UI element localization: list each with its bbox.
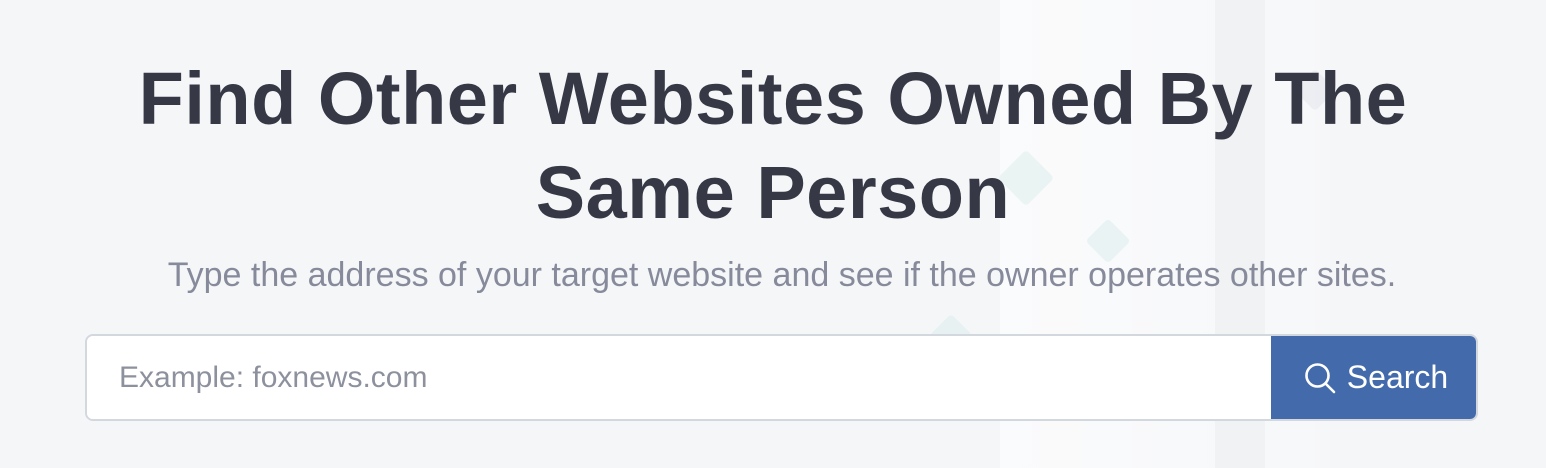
search-form: Search bbox=[85, 334, 1478, 421]
page-title: Find Other Websites Owned By The Same Pe… bbox=[0, 52, 1546, 240]
page-title-line-2: Same Person bbox=[535, 151, 1011, 234]
search-icon bbox=[1303, 361, 1337, 395]
search-button[interactable]: Search bbox=[1271, 336, 1476, 419]
search-button-label: Search bbox=[1346, 359, 1449, 395]
page-title-line-1: Find Other Websites Owned By The bbox=[138, 57, 1408, 140]
page-subtitle: Type the address of your target website … bbox=[167, 256, 1397, 294]
search-input[interactable] bbox=[87, 336, 1271, 419]
hero-section: Find Other Websites Owned By The Same Pe… bbox=[0, 0, 1546, 468]
